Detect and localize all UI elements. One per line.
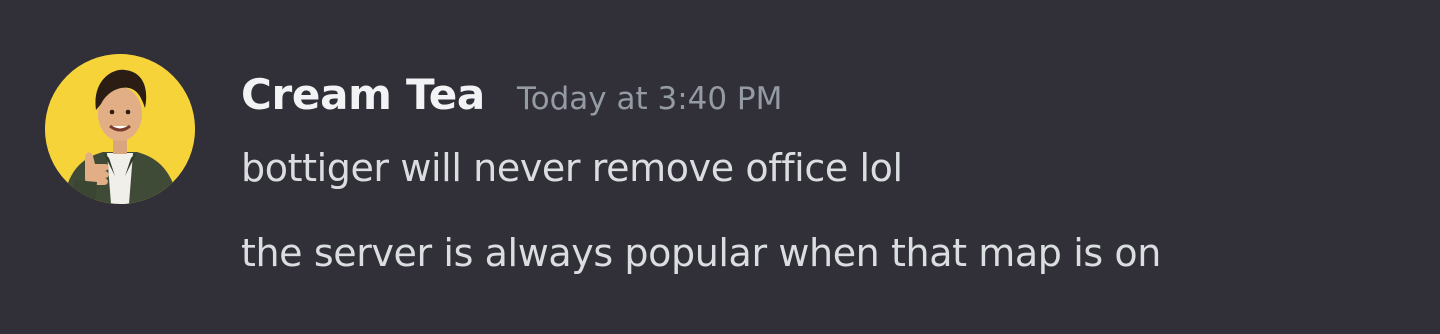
message-header: Cream Tea Today at 3:40 PM: [241, 70, 782, 130]
message-content-line: the server is always popular when that m…: [241, 231, 1161, 275]
message-content-line: bottiger will never remove office lol: [241, 146, 903, 190]
message-timestamp[interactable]: Today at 3:40 PM: [517, 81, 782, 117]
message-group: Cream Tea Today at 3:40 PM bottiger will…: [0, 0, 1440, 334]
user-avatar[interactable]: [45, 54, 195, 204]
username[interactable]: Cream Tea: [241, 70, 485, 119]
avatar-person-icon: [45, 54, 195, 204]
